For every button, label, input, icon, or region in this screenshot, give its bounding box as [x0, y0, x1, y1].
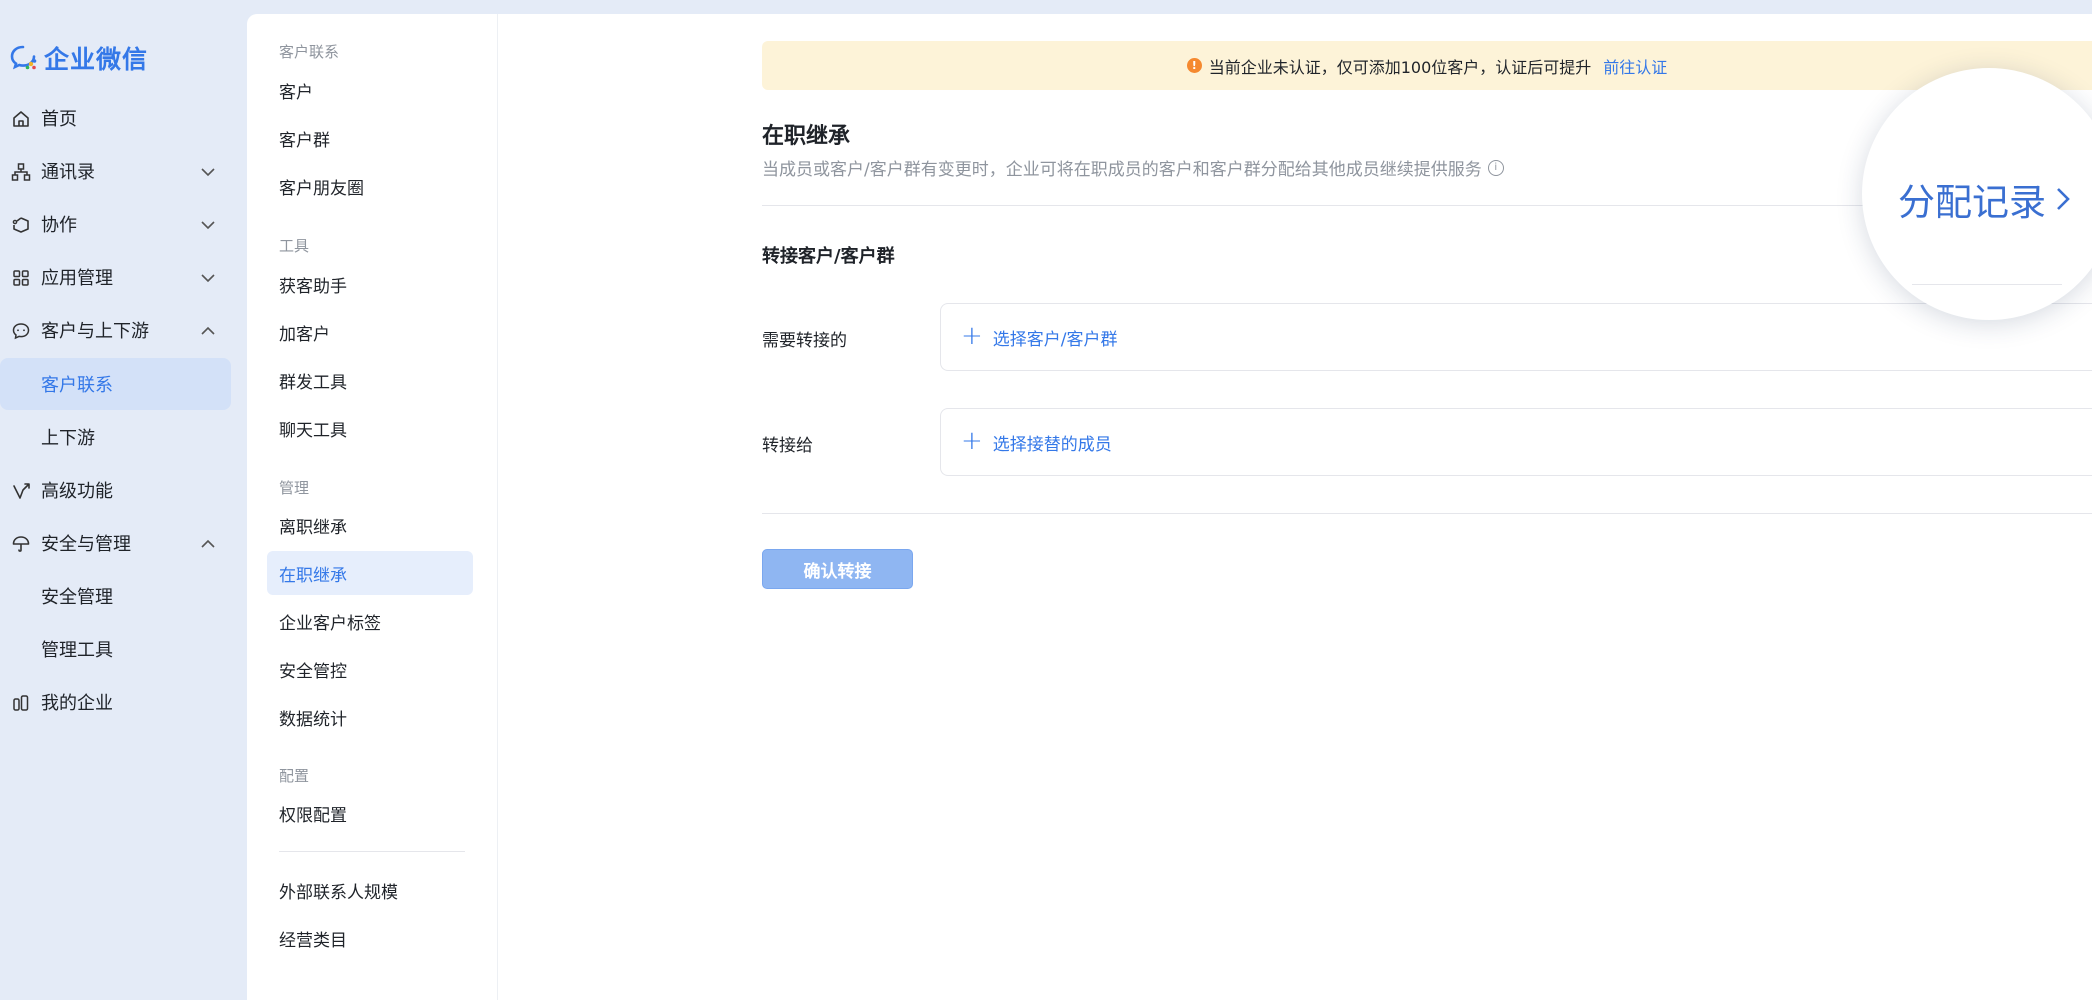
nav-label: 我的企业	[41, 693, 113, 714]
subnav-item-mass-send[interactable]: 群发工具	[267, 358, 473, 402]
subnav-item-customer-group[interactable]: 客户群	[267, 116, 473, 160]
subnav-item-permissions[interactable]: 权限配置	[267, 791, 473, 835]
nav-item-customer-contact[interactable]: 客户联系	[0, 358, 231, 410]
nav-item-collab[interactable]: 协作	[0, 198, 231, 250]
nav-label: 客户与上下游	[41, 321, 149, 342]
nav-item-contacts[interactable]: 通讯录	[0, 145, 231, 197]
subnav-item-category[interactable]: 经营类目	[267, 916, 473, 960]
nav-label: 协作	[41, 215, 77, 236]
subnav-item-safety[interactable]: 安全管控	[267, 647, 473, 691]
info-icon[interactable]: i	[1487, 159, 1504, 176]
chevron-down-icon[interactable]	[199, 269, 217, 287]
nav-label: 高级功能	[41, 481, 113, 502]
customer-contact-subnav: 客户联系 客户 客户群 客户朋友圈 工具 获客助手 加客户 群发工具 聊天工具 …	[247, 14, 498, 1000]
nav-label: 通讯录	[41, 162, 95, 183]
org-icon	[11, 163, 31, 181]
verification-banner: ! 当前企业未认证，仅可添加100位客户，认证后可提升 前往认证	[762, 41, 2092, 90]
subnav-item-tags[interactable]: 企业客户标签	[267, 599, 473, 643]
nav-item-advanced[interactable]: 高级功能	[0, 464, 231, 516]
subnav-item-acquire[interactable]: 获客助手	[267, 262, 473, 306]
section-title-manage: 管理	[279, 479, 310, 497]
nav-item-upstream[interactable]: 上下游	[0, 411, 231, 463]
nav-label: 上下游	[41, 428, 95, 449]
verify-link[interactable]: 前往认证	[1603, 54, 1667, 78]
chevron-down-icon[interactable]	[199, 163, 217, 181]
section-title: 转接客户/客户群	[762, 246, 895, 267]
chat-bubble-icon	[12, 323, 30, 340]
divider	[762, 513, 2092, 514]
page-description-text: 当成员或客户/客户群有变更时，企业可将在职成员的客户和客户群分配给其他成员继续提…	[762, 160, 1482, 180]
subnav-item-stats[interactable]: 数据统计	[267, 695, 473, 739]
section-title-tools: 工具	[279, 237, 310, 255]
collab-icon	[12, 217, 29, 233]
confirm-transfer-button[interactable]: 确认转接	[762, 549, 913, 589]
nav-item-security[interactable]: 安全与管理	[0, 517, 231, 569]
subnav-item-onjob[interactable]: 在职继承	[267, 551, 473, 595]
allocation-records-text: 分配记录	[1898, 181, 2046, 224]
nav-item-home[interactable]: 首页	[0, 92, 231, 144]
transfer-to-label: 转接给	[762, 436, 813, 456]
subnav-divider	[279, 851, 465, 852]
chevron-up-icon[interactable]	[199, 535, 217, 553]
section-title-config: 配置	[279, 767, 310, 785]
subnav-item-add-customer[interactable]: 加客户	[267, 310, 473, 354]
page-title: 在职继承	[762, 124, 851, 149]
subnav-item-resigned[interactable]: 离职继承	[267, 503, 473, 547]
home-icon	[13, 111, 29, 127]
nav-item-customers[interactable]: 客户与上下游	[0, 304, 231, 356]
allocation-records-link[interactable]: 分配记录	[1898, 172, 2072, 226]
nav-label: 客户联系	[41, 375, 113, 396]
apps-grid-icon	[13, 270, 29, 286]
page-description: 当成员或客户/客户群有变更时，企业可将在职成员的客户和客户群分配给其他成员继续提…	[762, 155, 1504, 180]
plus-icon: +	[961, 321, 983, 351]
nav-item-apps[interactable]: 应用管理	[0, 251, 231, 303]
app-name: 企业微信	[44, 45, 149, 74]
nav-item-my-company[interactable]: 我的企业	[0, 676, 231, 728]
subnav-item-moments[interactable]: 客户朋友圈	[267, 164, 473, 208]
building-icon	[13, 695, 29, 711]
nav-label: 管理工具	[41, 640, 113, 661]
chevron-right-icon	[2057, 188, 2070, 210]
nav-label: 首页	[41, 109, 77, 130]
wecom-logo-icon	[10, 45, 37, 70]
main-nav: 企业微信 首页 通讯录 协作 应用管理 客户与上下游 客户联系 上下游 高级功能…	[0, 0, 245, 1000]
umbrella-icon	[12, 536, 30, 552]
subnav-item-scale[interactable]: 外部联系人规模	[267, 868, 473, 912]
warning-icon: !	[1186, 58, 1202, 73]
subnav-item-customer[interactable]: 客户	[267, 68, 473, 112]
nav-label: 应用管理	[41, 268, 113, 289]
select-customers-text: 选择客户/客户群	[992, 329, 1118, 350]
nav-label: 安全管理	[41, 587, 113, 608]
nav-label: 安全与管理	[41, 534, 131, 555]
divider	[1912, 284, 2062, 285]
subnav-item-chat-tools[interactable]: 聊天工具	[267, 406, 473, 450]
banner-text: 当前企业未认证，仅可添加100位客户，认证后可提升	[1208, 57, 1592, 77]
select-customers-picker[interactable]: + 选择客户/客户群	[940, 303, 2092, 371]
chevron-down-icon[interactable]	[199, 216, 217, 234]
plus-icon: +	[961, 426, 983, 456]
section-title-contact: 客户联系	[279, 43, 340, 61]
chevron-up-icon[interactable]	[199, 322, 217, 340]
transfer-from-label: 需要转接的	[762, 331, 847, 351]
advanced-icon	[13, 483, 30, 499]
select-member-text: 选择接替的成员	[992, 434, 1112, 455]
nav-item-mgmt-tools[interactable]: 管理工具	[0, 623, 231, 675]
main-content: ! 当前企业未认证，仅可添加100位客户，认证后可提升 前往认证 在职继承 当成…	[498, 14, 2092, 1000]
nav-item-security-mgmt[interactable]: 安全管理	[0, 570, 231, 622]
select-member-picker[interactable]: + 选择接替的成员	[940, 408, 2092, 476]
app-logo[interactable]: 企业微信	[10, 40, 148, 76]
